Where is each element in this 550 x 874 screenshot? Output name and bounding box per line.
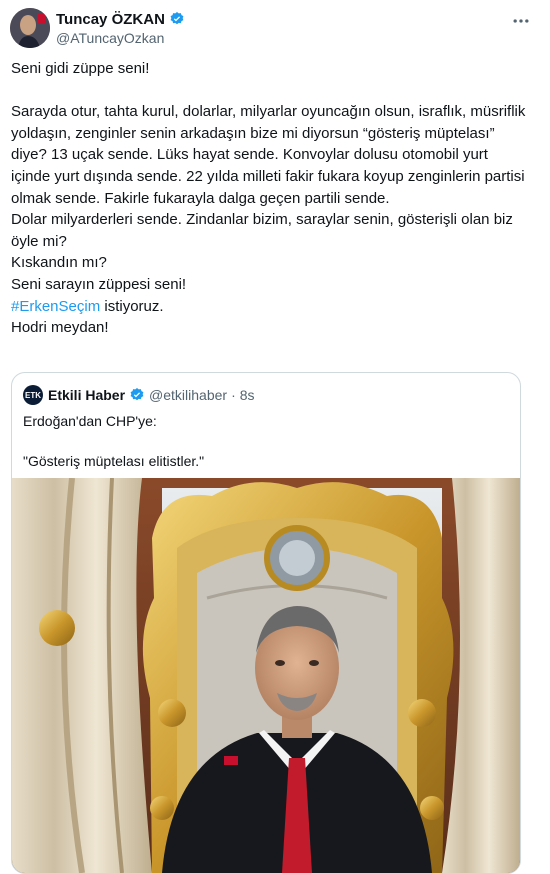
- verified-badge-icon: [129, 387, 145, 403]
- tweet-body: Seni gidi züppe seni! Sarayda otur, taht…: [11, 58, 527, 339]
- name-row: Tuncay ÖZKAN: [56, 9, 185, 29]
- author-names: Tuncay ÖZKAN @ATuncayOzkan: [56, 9, 185, 47]
- quote-display-name[interactable]: Etkili Haber: [48, 387, 125, 403]
- quoted-tweet[interactable]: ETK Etkili Haber @etkilihaber · 8s Erdoğ…: [11, 372, 521, 874]
- tweet-line: Seni sarayın züppesi seni!: [11, 275, 187, 293]
- author-handle[interactable]: @ATuncayOzkan: [56, 29, 185, 47]
- quote-line: Erdoğan'dan CHP'ye:: [23, 413, 157, 429]
- quote-text: Erdoğan'dan CHP'ye: "Gösteriş müptelası …: [23, 411, 503, 471]
- quote-photo[interactable]: [12, 478, 520, 873]
- tweet-header: Tuncay ÖZKAN @ATuncayOzkan: [10, 8, 540, 48]
- quote-timestamp[interactable]: 8s: [240, 387, 255, 403]
- hashtag-line: #ErkenSeçim istiyoruz.: [11, 296, 527, 318]
- author-display-name[interactable]: Tuncay ÖZKAN: [56, 11, 165, 28]
- verified-badge-icon: [169, 11, 185, 27]
- quote-header: ETK Etkili Haber @etkilihaber · 8s: [23, 385, 255, 405]
- hashtag-suffix: istiyoruz.: [100, 297, 164, 315]
- avatar-portrait: [10, 8, 50, 48]
- tweet-card: Tuncay ÖZKAN @ATuncayOzkan Seni gidi züp…: [0, 0, 550, 874]
- tweet-line: Seni gidi züppe seni!: [11, 60, 150, 77]
- tweet-closing: Hodri meydan!: [11, 319, 109, 337]
- quote-separator: ·: [231, 387, 236, 403]
- tweet-line: Kıskandın mı?: [11, 254, 107, 272]
- avatar[interactable]: [10, 8, 50, 48]
- hashtag-link[interactable]: #ErkenSeçim: [11, 298, 100, 315]
- quote-avatar[interactable]: ETK: [23, 385, 43, 405]
- quote-handle[interactable]: @etkilihaber: [149, 387, 227, 403]
- tweet-line: Sarayda otur, tahta kurul, dolarlar, mil…: [11, 103, 526, 207]
- quote-line: "Gösteriş müptelası elitistler.": [23, 453, 205, 469]
- more-icon[interactable]: [510, 11, 532, 29]
- throne-photo: [12, 478, 520, 873]
- tweet-line: Dolar milyarderleri sende. Zindanlar biz…: [11, 211, 513, 250]
